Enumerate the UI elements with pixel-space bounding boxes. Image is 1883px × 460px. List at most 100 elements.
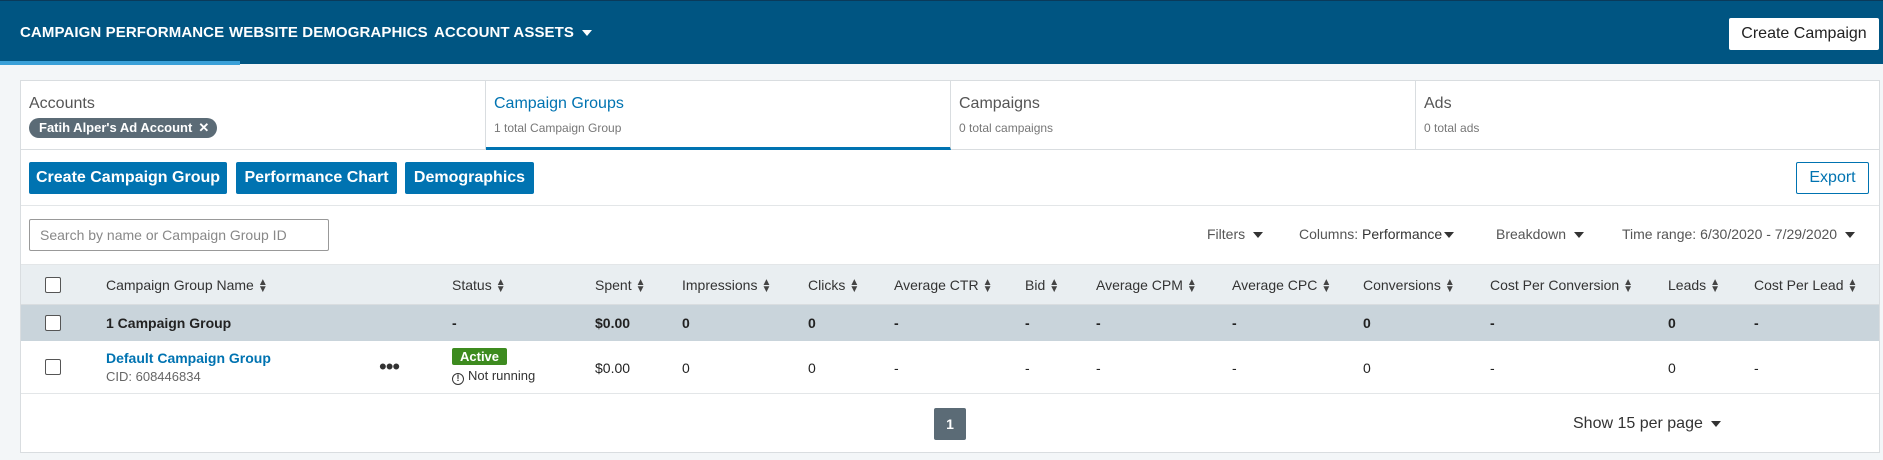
hierarchy-tabs: Accounts Fatih Alper's Ad Account ✕ Campa… — [21, 81, 1879, 150]
sort-icon: ▲ ▼ — [257, 277, 268, 296]
row-bid: - — [1025, 360, 1030, 376]
tab-account-assets-label: ACCOUNT ASSETS — [434, 24, 575, 41]
select-all-checkbox[interactable] — [45, 277, 61, 293]
campaign-group-name-cell: Default Campaign Group CID: 608446834 — [106, 350, 271, 384]
columns-value: Performance — [1362, 226, 1443, 242]
tab-campaign-groups-title: Campaign Groups — [494, 95, 624, 112]
summary-bid: - — [1025, 315, 1030, 331]
chevron-down-icon — [1845, 232, 1856, 239]
tab-ads-title: Ads — [1424, 95, 1452, 112]
main-panel: Accounts Fatih Alper's Ad Account ✕ Campa… — [20, 80, 1880, 453]
col-label: Conversions — [1363, 277, 1441, 293]
columns-label: Columns: — [1299, 226, 1359, 242]
sort-icon: ▲ ▼ — [849, 277, 860, 296]
col-bid[interactable]: Bid ▲ ▼ — [1025, 277, 1059, 295]
summary-average-cpc: - — [1232, 315, 1237, 331]
tab-ads[interactable]: Ads 0 total ads — [1416, 81, 1881, 150]
sort-icon: ▲ ▼ — [1321, 277, 1332, 296]
filters-label: Filters — [1207, 226, 1246, 242]
col-cost-per-conversion[interactable]: Cost Per Conversion ▲ ▼ — [1490, 277, 1633, 295]
sort-icon: ▲ ▼ — [1186, 277, 1197, 296]
col-spent[interactable]: Spent ▲ ▼ — [595, 277, 646, 296]
summary-cost-per-conversion: - — [1490, 315, 1495, 331]
sort-icon: ▲ ▼ — [982, 277, 993, 296]
row-average-cpm: - — [1096, 360, 1101, 376]
chevron-down-icon — [1574, 232, 1585, 239]
search-input[interactable] — [29, 219, 329, 251]
tab-website-demographics[interactable]: WEBSITE DEMOGRAPHICS — [229, 1, 428, 65]
col-label: Average CPC — [1232, 277, 1318, 293]
col-label: Cost Per Conversion — [1490, 277, 1620, 293]
breakdown-label: Breakdown — [1496, 226, 1567, 242]
chevron-down-icon — [1444, 232, 1455, 239]
summary-spent: $0.00 — [595, 315, 631, 331]
col-label: Average CPM — [1096, 277, 1183, 293]
per-page-dropdown[interactable]: Show 15 per page — [1573, 415, 1721, 433]
col-campaign-group-name[interactable]: Campaign Group Name ▲ ▼ — [106, 277, 268, 296]
tab-accounts[interactable]: Accounts Fatih Alper's Ad Account ✕ — [21, 81, 486, 150]
col-label: Campaign Group Name — [106, 277, 254, 293]
col-label: Status — [452, 277, 492, 293]
col-label: Impressions — [682, 277, 758, 293]
create-campaign-group-button[interactable]: Create Campaign Group — [29, 162, 227, 194]
more-options-icon[interactable]: ••• — [379, 354, 400, 380]
export-button[interactable]: Export — [1796, 162, 1869, 194]
time-range-label: Time range: 6/30/2020 - 7/29/2020 — [1622, 226, 1838, 242]
chevron-down-icon — [1253, 232, 1264, 239]
close-icon[interactable]: ✕ — [198, 120, 209, 135]
col-cost-per-lead[interactable]: Cost Per Lead ▲ ▼ — [1754, 277, 1858, 296]
col-leads[interactable]: Leads ▲ ▼ — [1668, 277, 1721, 296]
create-campaign-button[interactable]: Create Campaign — [1729, 18, 1879, 50]
tab-account-assets[interactable]: ACCOUNT ASSETS — [434, 1, 593, 65]
col-label: Clicks — [808, 277, 846, 293]
demographics-button[interactable]: Demographics — [405, 162, 534, 194]
summary-checkbox[interactable] — [45, 315, 61, 331]
sort-icon: ▲ ▼ — [761, 277, 772, 296]
sort-icon: ▲ ▼ — [1710, 277, 1721, 296]
filter-bar: Filters Columns: Performance Breakdown T… — [21, 207, 1879, 265]
col-average-ctr[interactable]: Average CTR ▲ ▼ — [894, 277, 993, 296]
page-1-button[interactable]: 1 — [934, 408, 966, 440]
performance-chart-button[interactable]: Performance Chart — [236, 162, 397, 194]
summary-status: - — [452, 315, 457, 331]
col-label: Cost Per Lead — [1754, 277, 1844, 293]
account-filter-chip[interactable]: Fatih Alper's Ad Account ✕ — [29, 118, 218, 138]
filters-dropdown[interactable]: Filters — [1207, 226, 1264, 242]
campaign-group-link[interactable]: Default Campaign Group — [106, 350, 271, 366]
col-status[interactable]: Status ▲ ▼ — [452, 277, 506, 296]
row-cost-per-conversion: - — [1490, 360, 1495, 376]
row-checkbox[interactable] — [45, 359, 61, 375]
sort-icon: ▲ ▼ — [635, 277, 646, 296]
columns-dropdown[interactable]: Columns: Performance — [1299, 226, 1455, 242]
summary-row: 1 Campaign Group - $0.00 0 0 - - - - 0 -… — [21, 305, 1879, 341]
summary-name: 1 Campaign Group — [106, 315, 232, 331]
sort-icon: ▲ ▼ — [495, 277, 506, 296]
tab-campaigns[interactable]: Campaigns 0 total campaigns — [951, 81, 1416, 150]
chevron-down-icon — [582, 30, 593, 37]
tab-campaign-groups[interactable]: Campaign Groups 1 total Campaign Group — [486, 81, 951, 150]
row-clicks: 0 — [808, 360, 816, 376]
col-label: Leads — [1668, 277, 1707, 293]
breakdown-dropdown[interactable]: Breakdown — [1496, 226, 1585, 242]
summary-average-ctr: - — [894, 315, 899, 331]
col-average-cpm[interactable]: Average CPM ▲ ▼ — [1096, 277, 1197, 296]
col-impressions[interactable]: Impressions ▲ ▼ — [682, 277, 772, 296]
summary-average-cpm: - — [1096, 315, 1101, 331]
tab-ads-count: 0 total ads — [1424, 121, 1480, 135]
row-cost-per-lead: - — [1754, 360, 1759, 376]
tab-campaign-groups-count: 1 total Campaign Group — [494, 121, 622, 135]
tab-campaign-performance[interactable]: CAMPAIGN PERFORMANCE — [0, 1, 241, 65]
tab-campaigns-count: 0 total campaigns — [959, 121, 1054, 135]
col-clicks[interactable]: Clicks ▲ ▼ — [808, 277, 860, 296]
sort-icon: ▲ ▼ — [1847, 277, 1858, 296]
status-badge: Active — [452, 348, 508, 365]
col-average-cpc[interactable]: Average CPC ▲ ▼ — [1232, 277, 1332, 296]
chevron-down-icon — [1710, 420, 1721, 427]
summary-clicks: 0 — [808, 315, 816, 331]
status-cell: Active ! Not running — [452, 348, 535, 385]
col-conversions[interactable]: Conversions ▲ ▼ — [1363, 277, 1455, 295]
col-label: Average CTR — [894, 277, 979, 293]
table-row: Default Campaign Group CID: 608446834 ••… — [21, 341, 1879, 394]
time-range-dropdown[interactable]: Time range: 6/30/2020 - 7/29/2020 — [1622, 226, 1856, 242]
summary-leads: 0 — [1668, 315, 1676, 331]
